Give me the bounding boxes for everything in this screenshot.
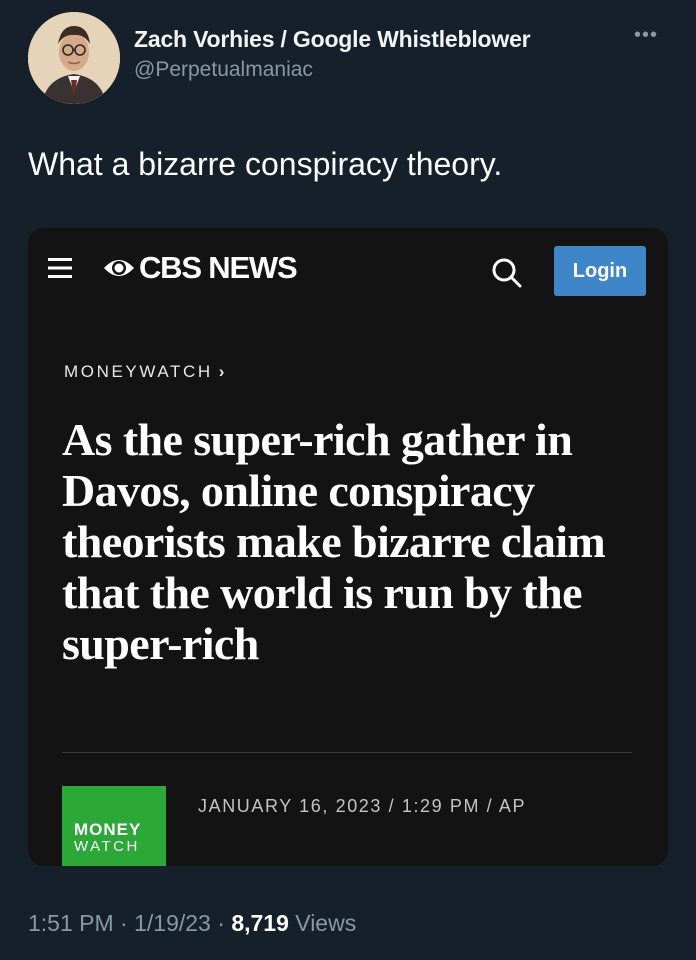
moneywatch-logo: MONEY WATCH — [62, 786, 166, 866]
divider — [62, 752, 632, 753]
moneywatch-logo-money: MONEY — [74, 820, 142, 839]
article-card[interactable]: CBS NEWS Login MONEYWATCH › As the super-… — [28, 228, 668, 866]
article-dateline: JANUARY 16, 2023 / 1:29 PM / AP — [198, 796, 527, 816]
more-dots-icon[interactable]: ••• — [634, 24, 658, 47]
article-headline[interactable]: As the super-rich gather in Davos, onlin… — [62, 414, 622, 669]
tweet-date[interactable]: 1/19/23 — [134, 910, 211, 936]
avatar[interactable] — [28, 12, 120, 104]
moneywatch-logo-watch: WATCH — [74, 838, 140, 855]
chevron-right-icon: › — [218, 362, 225, 381]
cbs-eye-icon — [104, 260, 134, 276]
author-handle[interactable]: @Perpetualmaniac — [134, 58, 313, 82]
meta-separator: · — [120, 910, 128, 936]
hamburger-menu-icon[interactable] — [48, 256, 72, 280]
section-link-moneywatch[interactable]: MONEYWATCH › — [64, 362, 224, 382]
login-button[interactable]: Login — [554, 246, 646, 296]
cbs-news-logo[interactable]: CBS NEWS — [102, 250, 298, 286]
avatar-image — [28, 12, 120, 104]
brand-name: CBS NEWS — [139, 250, 298, 285]
views-label: Views — [295, 910, 357, 936]
tweet-meta: 1:51 PM · 1/19/23 · 8,719 Views — [28, 910, 356, 937]
search-icon[interactable] — [490, 256, 522, 288]
meta-separator: · — [217, 910, 225, 936]
views-count: 8,719 — [231, 910, 289, 936]
tweet-text: What a bizarre conspiracy theory. — [28, 146, 503, 182]
tweet-time[interactable]: 1:51 PM — [28, 910, 114, 936]
author-name[interactable]: Zach Vorhies / Google Whistleblower — [134, 26, 531, 53]
section-label: MONEYWATCH — [64, 362, 213, 381]
